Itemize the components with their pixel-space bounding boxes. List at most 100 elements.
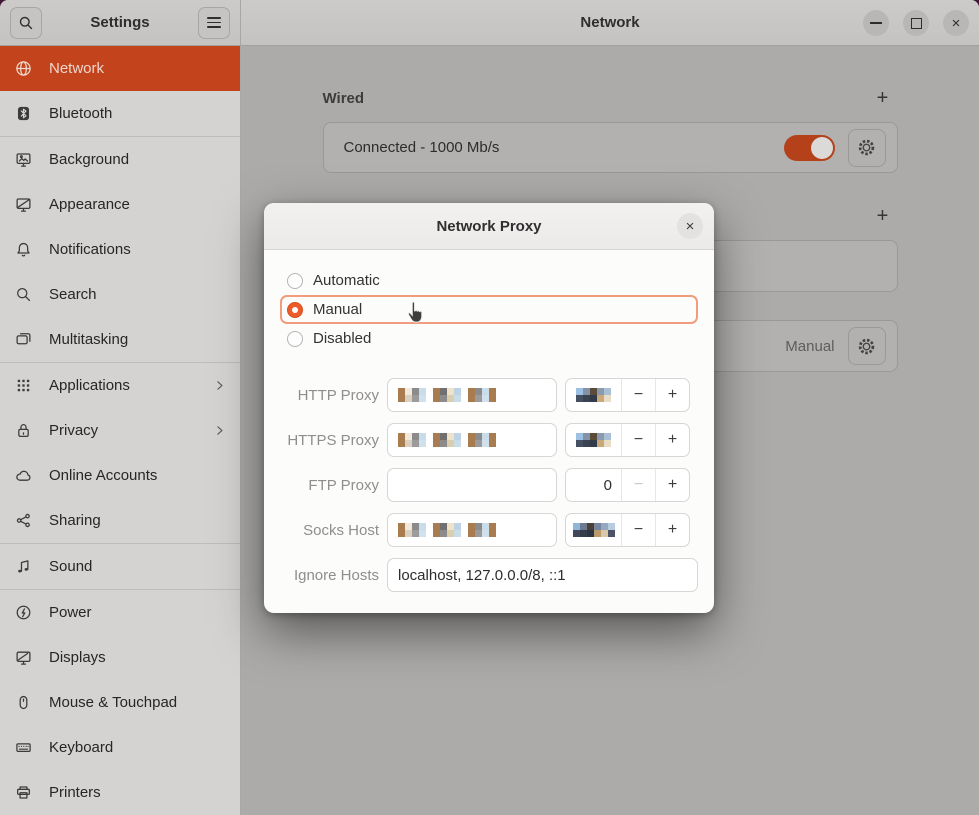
appearance-icon xyxy=(15,196,32,213)
network-proxy-dialog: Network Proxy × Automatic Manual Disable… xyxy=(264,203,714,613)
settings-window: Settings Network × Network Bluetooth Backg… xyxy=(0,0,979,815)
sidebar-item-bluetooth[interactable]: Bluetooth xyxy=(0,91,240,136)
sidebar-item-label: Sharing xyxy=(49,512,101,529)
sidebar-item-multitasking[interactable]: Multitasking xyxy=(0,317,240,362)
maximize-icon xyxy=(911,18,922,29)
ftp-port-spinbutton: 0 − + xyxy=(565,468,690,502)
radio-icon[interactable] xyxy=(287,302,303,318)
multitasking-icon xyxy=(15,331,32,348)
search-button[interactable] xyxy=(10,7,42,39)
sidebar-item-online-accounts[interactable]: Online Accounts xyxy=(0,453,240,498)
sidebar-item-network[interactable]: Network xyxy=(0,46,240,91)
sidebar-item-label: Background xyxy=(49,151,129,168)
redacted-host xyxy=(398,433,496,447)
http-port-spinbutton: − + xyxy=(565,378,690,412)
primary-menu-button[interactable] xyxy=(198,7,230,39)
wired-section-header: Wired + xyxy=(323,88,898,108)
sidebar-item-label: Applications xyxy=(49,377,130,394)
minus-button[interactable]: − xyxy=(621,379,655,411)
socks-port-value[interactable] xyxy=(566,514,621,546)
http-port-value[interactable] xyxy=(566,379,621,411)
music-note-icon xyxy=(15,558,32,575)
plus-button[interactable]: + xyxy=(655,379,689,411)
https-proxy-input[interactable] xyxy=(387,423,557,457)
dialog-body: Automatic Manual Disabled HTTP Proxy − + xyxy=(264,250,714,592)
socks-host-input[interactable] xyxy=(387,513,557,547)
redacted-host xyxy=(398,388,496,402)
http-proxy-row: HTTP Proxy − + xyxy=(280,378,698,412)
sidebar-item-search[interactable]: Search xyxy=(0,272,240,317)
sidebar-item-mouse-touchpad[interactable]: Mouse & Touchpad xyxy=(0,680,240,725)
sidebar-item-keyboard[interactable]: Keyboard xyxy=(0,725,240,770)
sidebar-item-label: Sound xyxy=(49,558,92,575)
globe-icon xyxy=(15,60,32,77)
add-vpn-button[interactable]: + xyxy=(870,203,896,229)
sidebar-list: Network Bluetooth Background AppearanceNoti… xyxy=(0,46,240,815)
toggle-knob xyxy=(811,137,833,159)
https-proxy-row: HTTPS Proxy − + xyxy=(280,423,698,457)
proxy-option-disabled[interactable]: Disabled xyxy=(280,324,698,353)
https-port-value[interactable] xyxy=(566,424,621,456)
background-icon xyxy=(15,151,32,168)
plus-button[interactable]: + xyxy=(655,424,689,456)
window-close-button[interactable]: × xyxy=(943,10,969,36)
radio-icon[interactable] xyxy=(287,331,303,347)
minus-button[interactable]: − xyxy=(621,469,655,501)
sidebar-item-label: Privacy xyxy=(49,422,98,439)
close-icon: × xyxy=(686,218,695,235)
ftp-proxy-row: FTP Proxy 0 − + xyxy=(280,468,698,502)
proxy-options-button[interactable] xyxy=(848,327,886,365)
ignore-hosts-input[interactable]: localhost, 127.0.0.0/8, ::1 xyxy=(387,558,698,592)
ftp-proxy-input[interactable] xyxy=(387,468,557,502)
add-wired-connection-button[interactable]: + xyxy=(870,85,896,111)
window-minimize-button[interactable] xyxy=(863,10,889,36)
headerbar-right: Network × xyxy=(241,0,979,46)
cloud-icon xyxy=(15,467,32,484)
sidebar-item-privacy[interactable]: Privacy xyxy=(0,408,240,453)
sidebar-item-background[interactable]: Background xyxy=(0,137,240,182)
sidebar-item-applications[interactable]: Applications xyxy=(0,363,240,408)
sidebar-item-appearance[interactable]: Appearance xyxy=(0,182,240,227)
sidebar-item-label: Online Accounts xyxy=(49,467,157,484)
sidebar-item-power[interactable]: Power xyxy=(0,590,240,635)
wired-options-button[interactable] xyxy=(848,129,886,167)
wired-status-label: Connected - 1000 Mb/s xyxy=(344,139,784,156)
ignore-hosts-row: Ignore Hosts localhost, 127.0.0.0/8, ::1 xyxy=(280,558,698,592)
radio-icon[interactable] xyxy=(287,273,303,289)
proxy-option-automatic[interactable]: Automatic xyxy=(280,266,698,295)
sidebar-item-notifications[interactable]: Notifications xyxy=(0,227,240,272)
http-proxy-input[interactable] xyxy=(387,378,557,412)
sidebar-item-label: Search xyxy=(49,286,97,303)
redacted-host xyxy=(398,523,496,537)
bluetooth-icon xyxy=(15,105,32,122)
socks-port-spinbutton: − + xyxy=(565,513,690,547)
minus-button[interactable]: − xyxy=(621,424,655,456)
sidebar-item-label: Multitasking xyxy=(49,331,128,348)
wired-toggle[interactable] xyxy=(784,135,835,161)
sidebar-item-sound[interactable]: Sound xyxy=(0,544,240,589)
share-icon xyxy=(15,512,32,529)
sidebar-item-printers[interactable]: Printers xyxy=(0,770,240,815)
sidebar-item-label: Bluetooth xyxy=(49,105,112,122)
printer-icon xyxy=(15,784,32,801)
sidebar-item-displays[interactable]: Displays xyxy=(0,635,240,680)
chevron-right-icon xyxy=(213,424,226,437)
ftp-port-value[interactable]: 0 xyxy=(566,469,621,501)
dialog-close-button[interactable]: × xyxy=(677,213,703,239)
sidebar-item-sharing[interactable]: Sharing xyxy=(0,498,240,543)
proxy-option-manual[interactable]: Manual xyxy=(280,295,698,324)
redacted-port xyxy=(576,433,611,447)
lock-icon xyxy=(15,422,32,439)
https-port-spinbutton: − + xyxy=(565,423,690,457)
close-icon: × xyxy=(952,16,961,31)
sidebar-item-label: Keyboard xyxy=(49,739,113,756)
proxy-mode-label: Manual xyxy=(785,338,834,355)
gear-icon xyxy=(856,137,877,158)
plus-button[interactable]: + xyxy=(655,514,689,546)
plus-button[interactable]: + xyxy=(655,469,689,501)
dialog-title: Network Proxy xyxy=(436,218,541,235)
wired-connection-row[interactable]: Connected - 1000 Mb/s xyxy=(323,122,898,173)
headerbar: Settings Network × xyxy=(0,0,979,46)
minus-button[interactable]: − xyxy=(621,514,655,546)
window-maximize-button[interactable] xyxy=(903,10,929,36)
